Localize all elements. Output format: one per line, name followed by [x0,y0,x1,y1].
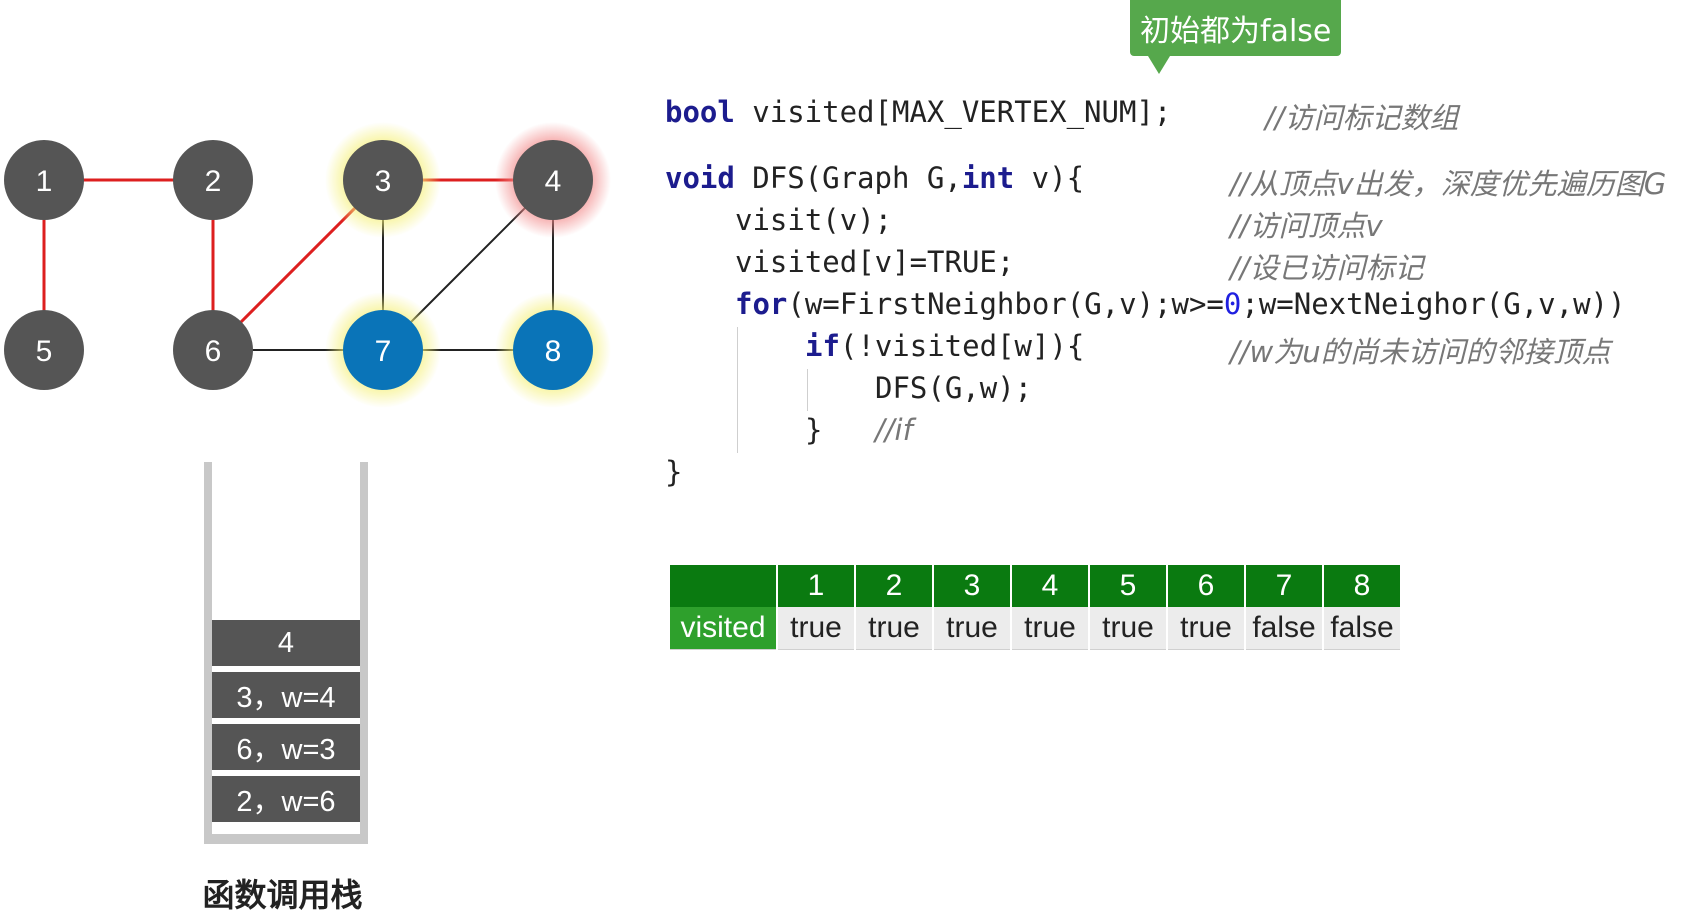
graph-node-4: 4 [495,122,611,238]
code-line: } [665,455,683,489]
graph-diagram: 1 2 3 4 5 6 7 8 [4,122,611,408]
table-cell: true [855,607,934,650]
graph-node-5: 5 [4,310,84,390]
graph-node-8: 8 [495,292,611,408]
code-text: DFS(Graph G, [734,161,962,195]
code-comment: //if [875,413,913,447]
table-header-row: 1 2 3 4 5 6 7 8 [670,565,1402,607]
code-comment: //从顶点v出发，深度优先遍历图G [1230,167,1667,201]
stack-bottom [204,834,368,844]
dfs-code-block: bool visited[MAX_VERTEX_NUM]; //访问标记数组 v… [665,95,1689,515]
call-stack: 4 3，w=4 6，w=3 2，w=6 [195,462,370,852]
graph-node-6: 6 [173,310,253,390]
code-line: } [805,413,823,447]
code-line: for(w=FirstNeighbor(G,v);w>=0;w=NextNeig… [735,287,1625,321]
node-label: 1 [36,165,53,198]
code-comment: //访问顶点v [1230,209,1383,243]
code-line: if(!visited[w]){ [805,329,1084,363]
table-cell: true [777,607,856,650]
code-comment: //访问标记数组 [1265,101,1459,135]
code-text: visited[MAX_VERTEX_NUM]; [734,95,1172,129]
table-header-cell: 1 [777,565,856,607]
table-cell: true [1089,607,1168,650]
code-line: visit(v); [735,203,893,237]
stack-frame: 3，w=4 [212,672,360,721]
node-label: 4 [545,165,562,198]
table-header-cell: 5 [1089,565,1168,607]
table-row-label: visited [670,607,778,650]
visited-array-table: 1 2 3 4 5 6 7 8 visited true true true t… [670,565,1402,650]
code-line: bool visited[MAX_VERTEX_NUM]; [665,95,1171,129]
node-label: 2 [205,165,222,198]
keyword: void [665,161,735,195]
code-text: ;w=NextNeighor(G,v,w)) [1241,287,1626,321]
graph-node-2: 2 [173,140,253,220]
table-cell: false [1245,607,1324,650]
indent-guide [737,327,738,453]
graph-node-3: 3 [325,122,441,238]
stack-right-wall [360,462,368,844]
indent-guide [807,369,808,411]
keyword: int [961,161,1015,195]
graph-node-7: 7 [325,292,441,408]
stack-frame: 4 [212,620,360,669]
code-text: (w=FirstNeighbor(G,v);w>= [787,287,1224,321]
table-header-cell: 4 [1011,565,1090,607]
node-label: 5 [36,335,53,368]
code-comment: //w为u的尚未访问的邻接顶点 [1230,335,1611,369]
code-comment: //设已访问标记 [1230,251,1424,285]
stack-caption: 函数调用栈 [202,876,363,914]
keyword: bool [665,95,735,129]
code-line: void DFS(Graph G,int v){ [665,161,1084,195]
stack-frame: 2，w=6 [212,776,360,825]
table-header-cell: 7 [1245,565,1324,607]
tooltip-pointer [1148,56,1170,74]
initial-false-tooltip: 初始都为false [1130,0,1342,56]
keyword: if [805,329,840,363]
code-line: DFS(G,w); [875,371,1033,405]
stack-frame: 6，w=3 [212,724,360,773]
table-cell: true [1011,607,1090,650]
code-text: (!visited[w]){ [839,329,1085,363]
table-row: visited true true true true true true fa… [670,607,1402,650]
node-label: 8 [545,335,562,368]
code-line: visited[v]=TRUE; [735,245,1015,279]
table-corner-cell [670,565,778,607]
node-label: 6 [205,335,222,368]
table-header-cell: 8 [1323,565,1402,607]
code-text: v){ [1014,161,1085,195]
table-cell: false [1323,607,1402,650]
table-cell: true [933,607,1012,650]
table-header-cell: 6 [1167,565,1246,607]
table-header-cell: 3 [933,565,1012,607]
table-header-cell: 2 [855,565,934,607]
graph-node-1: 1 [4,140,84,220]
node-label: 3 [375,165,392,198]
number-literal: 0 [1223,287,1242,321]
keyword: for [735,287,788,321]
node-label: 7 [375,335,392,368]
table-cell: true [1167,607,1246,650]
stack-left-wall [204,462,212,844]
